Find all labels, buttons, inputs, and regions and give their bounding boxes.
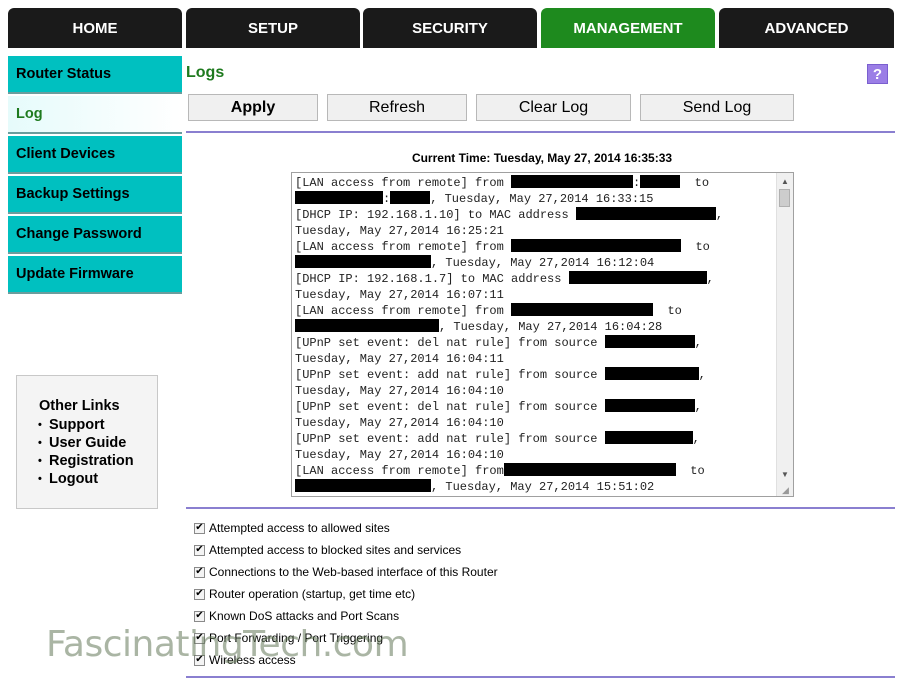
support-link[interactable]: Support xyxy=(38,416,157,434)
logout-link[interactable]: Logout xyxy=(38,470,157,488)
log-line: , Tuesday, May 27,2014 16:12:04 xyxy=(431,256,655,270)
log-line: , Tuesday, May 27,2014 15:51:02 xyxy=(431,480,655,494)
top-nav: HOME SETUP SECURITY MANAGEMENT ADVANCED xyxy=(8,8,894,48)
registration-link[interactable]: Registration xyxy=(38,452,157,470)
tab-home[interactable]: HOME xyxy=(8,8,182,48)
divider xyxy=(186,507,895,509)
log-text: [LAN access from remote] from : to :, Tu… xyxy=(295,175,724,494)
option-label: Attempted access to blocked sites and se… xyxy=(209,543,462,557)
log-line: [LAN access from remote] from xyxy=(295,464,504,478)
checkbox-dos-attacks[interactable]: ✔ xyxy=(194,610,205,622)
tab-setup[interactable]: SETUP xyxy=(186,8,360,48)
sidebar-item-change-password[interactable]: Change Password xyxy=(8,216,182,254)
log-line: [DHCP IP: 192.168.1.10] to MAC address xyxy=(295,208,569,222)
log-scrollbar[interactable]: ▲ ▼ xyxy=(776,173,793,496)
log-line: [LAN access from remote] from xyxy=(295,240,504,254)
option-dos-attacks: ✔ Known DoS attacks and Port Scans xyxy=(194,609,399,623)
sidebar-item-log[interactable]: Log xyxy=(8,96,182,134)
sidebar-item-update-firmware[interactable]: Update Firmware xyxy=(8,256,182,294)
log-line: [UPnP set event: del nat rule] from sour… xyxy=(295,400,598,414)
other-links-box: Other Links Support User Guide Registrat… xyxy=(16,375,158,509)
log-line: [LAN access from remote] from xyxy=(295,176,504,190)
help-icon[interactable]: ? xyxy=(867,64,888,84)
checkbox-blocked-sites[interactable]: ✔ xyxy=(194,544,205,556)
log-line: Tuesday, May 27,2014 16:04:10 xyxy=(295,416,504,430)
scroll-down-icon[interactable]: ▼ xyxy=(777,466,793,482)
log-line: [DHCP IP: 192.168.1.7] to MAC address xyxy=(295,272,562,286)
log-line: , Tuesday, May 27,2014 16:33:15 xyxy=(430,192,654,206)
option-web-connections: ✔ Connections to the Web-based interface… xyxy=(194,565,498,579)
scroll-thumb[interactable] xyxy=(779,189,790,207)
option-label: Connections to the Web-based interface o… xyxy=(209,565,498,579)
log-line: Tuesday, May 27,2014 16:04:10 xyxy=(295,384,504,398)
checkbox-web-connections[interactable]: ✔ xyxy=(194,566,205,578)
log-line: Tuesday, May 27,2014 16:07:11 xyxy=(295,288,504,302)
checkbox-router-operation[interactable]: ✔ xyxy=(194,588,205,600)
watermark: FascinatingTech.com xyxy=(46,624,409,665)
log-line: [UPnP set event: add nat rule] from sour… xyxy=(295,368,598,382)
other-links-title: Other Links xyxy=(39,398,120,414)
scroll-up-icon[interactable]: ▲ xyxy=(777,173,793,189)
option-router-operation: ✔ Router operation (startup, get time et… xyxy=(194,587,415,601)
log-line: [UPnP set event: del nat rule] from sour… xyxy=(295,336,598,350)
refresh-button[interactable]: Refresh xyxy=(327,94,467,121)
tab-management[interactable]: MANAGEMENT xyxy=(541,8,715,48)
divider xyxy=(186,131,895,133)
option-blocked-sites: ✔ Attempted access to blocked sites and … xyxy=(194,543,461,557)
divider xyxy=(186,676,895,678)
option-label: Attempted access to allowed sites xyxy=(209,521,390,535)
resize-grip-icon[interactable]: ◢ xyxy=(782,485,792,495)
log-line: [UPnP set event: add nat rule] from sour… xyxy=(295,432,598,446)
checkbox-allowed-sites[interactable]: ✔ xyxy=(194,522,205,534)
sidebar-item-client-devices[interactable]: Client Devices xyxy=(8,136,182,174)
log-line: , Tuesday, May 27,2014 16:04:28 xyxy=(439,320,663,334)
log-line: Tuesday, May 27,2014 16:04:11 xyxy=(295,352,504,366)
log-line: Tuesday, May 27,2014 16:25:21 xyxy=(295,224,504,238)
tab-advanced[interactable]: ADVANCED xyxy=(719,8,894,48)
current-time: Current Time: Tuesday, May 27, 2014 16:3… xyxy=(411,151,673,165)
clear-log-button[interactable]: Clear Log xyxy=(476,94,631,121)
log-textarea[interactable]: [LAN access from remote] from : to :, Tu… xyxy=(291,172,794,497)
log-line: Tuesday, May 27,2014 16:04:10 xyxy=(295,448,504,462)
page-title: Logs xyxy=(186,64,225,81)
user-guide-link[interactable]: User Guide xyxy=(38,434,157,452)
sidebar-item-router-status[interactable]: Router Status xyxy=(8,56,182,94)
log-line: [LAN access from remote] from xyxy=(295,304,504,318)
tab-security[interactable]: SECURITY xyxy=(363,8,537,48)
option-label: Known DoS attacks and Port Scans xyxy=(209,609,400,623)
sidebar-item-backup-settings[interactable]: Backup Settings xyxy=(8,176,182,214)
apply-button[interactable]: Apply xyxy=(188,94,318,121)
option-allowed-sites: ✔ Attempted access to allowed sites xyxy=(194,521,390,535)
send-log-button[interactable]: Send Log xyxy=(640,94,794,121)
option-label: Router operation (startup, get time etc) xyxy=(209,587,416,601)
